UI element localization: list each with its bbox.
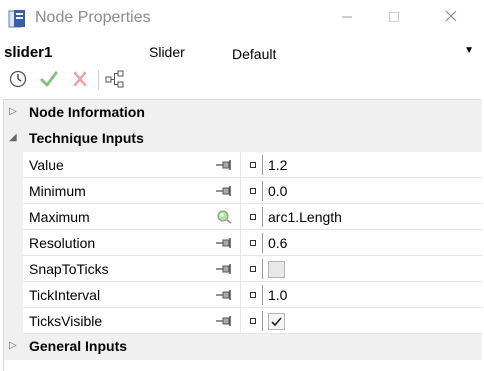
minimize-button[interactable] — [334, 6, 360, 32]
pin-icon[interactable] — [214, 158, 234, 172]
property-value-input[interactable]: 1.2 — [268, 157, 287, 173]
node-header: slider1 Slider Default ▼ — [0, 40, 484, 66]
property-row-snaptoticks: SnapToTicks — [4, 256, 482, 282]
property-row-minimum: Minimum 0.0 — [4, 178, 482, 204]
property-row-ticksvisible: TicksVisible — [4, 308, 482, 334]
node-graph-button[interactable] — [104, 68, 126, 90]
binding-marker[interactable] — [250, 318, 256, 324]
property-name: Value — [29, 157, 64, 173]
pin-icon[interactable] — [214, 184, 234, 198]
property-row-value: Value 1.2 — [4, 152, 482, 178]
property-name: Minimum — [29, 183, 86, 199]
property-row-tickinterval: TickInterval 1.0 — [4, 282, 482, 308]
ticksvisible-checkbox[interactable] — [268, 313, 285, 330]
section-label: General Inputs — [29, 338, 128, 354]
property-name: SnapToTicks — [29, 261, 109, 277]
close-icon — [445, 10, 457, 22]
link-globe-icon[interactable] — [214, 210, 234, 224]
section-label: Node Information — [29, 104, 145, 120]
binding-marker[interactable] — [250, 292, 256, 298]
property-row-resolution: Resolution 0.6 — [4, 230, 482, 256]
expand-arrow-icon: ▷ — [9, 340, 17, 351]
binding-marker[interactable] — [250, 240, 256, 246]
check-icon — [271, 317, 282, 327]
reject-button[interactable] — [69, 68, 91, 90]
accept-button[interactable] — [38, 68, 60, 90]
property-value-input[interactable]: 0.0 — [268, 183, 287, 199]
pin-icon[interactable] — [214, 262, 234, 276]
dropdown-arrow-icon: ▼ — [464, 45, 474, 56]
title-bar: Node Properties — [0, 0, 484, 38]
maximize-button[interactable] — [381, 6, 407, 32]
pin-icon[interactable] — [214, 314, 234, 328]
binding-marker[interactable] — [250, 266, 256, 272]
binding-marker[interactable] — [250, 162, 256, 168]
toolbar-separator — [98, 70, 99, 90]
property-name: Maximum — [29, 209, 90, 225]
node-graph-icon — [105, 70, 124, 88]
pin-icon[interactable] — [214, 236, 234, 250]
property-value-input[interactable]: 0.6 — [268, 235, 287, 251]
section-technique-inputs[interactable]: ◢ Technique Inputs — [4, 126, 482, 152]
property-grid: ▷ Node Information ◢ Technique Inputs Va… — [3, 99, 482, 371]
toolbar — [0, 66, 484, 94]
accept-check-icon — [40, 71, 58, 87]
pin-icon[interactable] — [214, 288, 234, 302]
reject-x-icon — [73, 71, 87, 87]
section-label: Technique Inputs — [29, 130, 144, 146]
snaptoticks-checkbox[interactable] — [268, 261, 285, 278]
expand-arrow-icon: ▷ — [9, 106, 17, 117]
style-select[interactable]: Default ▼ — [226, 42, 477, 66]
minimize-icon — [342, 16, 352, 18]
collapse-arrow-icon: ◢ — [9, 132, 17, 143]
maximize-icon — [389, 12, 399, 22]
close-button[interactable] — [438, 6, 464, 32]
property-row-maximum: Maximum arc1.Length — [4, 204, 482, 230]
node-properties-app-icon — [8, 10, 25, 28]
node-name: slider1 — [4, 44, 53, 61]
history-button[interactable] — [7, 68, 29, 90]
binding-marker[interactable] — [250, 188, 256, 194]
property-name: Resolution — [29, 235, 96, 251]
property-value-input[interactable]: arc1.Length — [268, 209, 342, 225]
window-title: Node Properties — [35, 9, 151, 26]
node-type: Slider — [149, 44, 185, 60]
property-name: TicksVisible — [29, 313, 103, 329]
section-general-inputs[interactable]: ▷ General Inputs — [4, 334, 482, 360]
property-name: TickInterval — [29, 287, 101, 303]
style-select-value: Default — [232, 46, 277, 62]
section-node-information[interactable]: ▷ Node Information — [4, 100, 482, 126]
history-clock-icon — [9, 70, 27, 88]
property-value-input[interactable]: 1.0 — [268, 287, 287, 303]
binding-marker[interactable] — [250, 214, 256, 220]
